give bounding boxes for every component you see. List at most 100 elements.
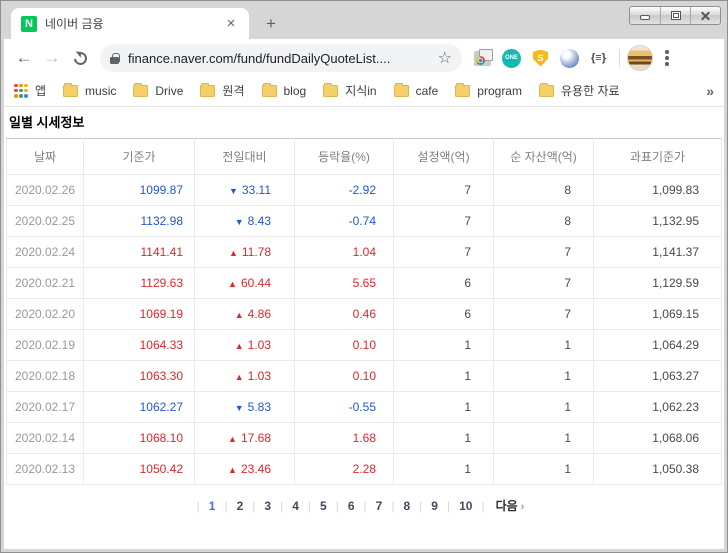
- bookmark-star-icon[interactable]: ☆: [438, 48, 452, 68]
- bookmark-label: blog: [284, 84, 307, 98]
- bookmark-folder[interactable]: program: [455, 84, 522, 98]
- close-button[interactable]: [690, 7, 720, 24]
- shield-icon: S: [533, 50, 548, 67]
- bookmark-folder[interactable]: Drive: [133, 84, 183, 98]
- forward-button[interactable]: →: [39, 45, 65, 71]
- cell-date: 2020.02.18: [7, 361, 84, 392]
- minimize-button[interactable]: [630, 7, 660, 24]
- tab-close-icon[interactable]: ×: [223, 16, 239, 31]
- cell-base-price: 1129.63: [84, 268, 195, 299]
- cell-date: 2020.02.26: [7, 175, 84, 206]
- cell-amount: 1: [394, 454, 494, 485]
- minimize-icon: [640, 15, 650, 20]
- pagination-divider: |: [481, 499, 484, 513]
- page-link-7[interactable]: 7: [376, 499, 383, 513]
- reload-icon: [71, 49, 89, 67]
- cell-change: ▲17.68: [195, 423, 295, 454]
- page-link-1[interactable]: 1: [209, 499, 216, 513]
- pagination-divider: |: [280, 499, 283, 513]
- column-header: 설정액(억): [394, 139, 494, 175]
- cell-net-asset: 8: [494, 175, 594, 206]
- browser-toolbar: ← → finance.naver.com/fund/fundDailyQuot…: [4, 39, 724, 77]
- maximize-button[interactable]: [660, 7, 690, 24]
- bookmark-folder[interactable]: cafe: [394, 84, 439, 98]
- browser-window: N 네이버 금융 × + ← → finance.naver.com/fund/…: [0, 0, 728, 553]
- page-link-6[interactable]: 6: [348, 499, 355, 513]
- pagination-divider: |: [224, 499, 227, 513]
- up-arrow-icon: ▲: [228, 279, 237, 289]
- browser-menu-icon[interactable]: [657, 45, 677, 71]
- cell-tax-base-price: 1,069.15: [594, 299, 722, 330]
- cell-amount: 7: [394, 237, 494, 268]
- apps-grid-icon: [14, 84, 28, 98]
- bookmark-label: program: [477, 84, 522, 98]
- tab-strip: N 네이버 금융 × +: [4, 4, 724, 39]
- address-bar[interactable]: finance.naver.com/fund/fundDailyQuoteLis…: [100, 44, 462, 72]
- folder-icon: [455, 85, 470, 97]
- app-window-icon: [474, 51, 491, 66]
- cell-amount: 1: [394, 361, 494, 392]
- page-link-9[interactable]: 9: [431, 499, 438, 513]
- page-link-8[interactable]: 8: [403, 499, 410, 513]
- braces-icon: {≡}: [591, 52, 606, 64]
- table-header-row: 날짜기준가전일대비등락율(%)설정액(억)순 자산액(억)과표기준가: [7, 139, 722, 175]
- cell-amount: 1: [394, 330, 494, 361]
- page-link-4[interactable]: 4: [292, 499, 299, 513]
- page-link-10[interactable]: 10: [459, 499, 472, 513]
- daily-quote-table: 날짜기준가전일대비등락율(%)설정액(억)순 자산액(억)과표기준가 2020.…: [6, 138, 722, 485]
- naver-favicon-icon: N: [21, 16, 37, 32]
- cell-date: 2020.02.24: [7, 237, 84, 268]
- cell-net-asset: 8: [494, 206, 594, 237]
- folder-icon: [539, 85, 554, 97]
- cell-amount: 6: [394, 268, 494, 299]
- reload-button[interactable]: [67, 45, 93, 71]
- cell-change: ▲60.44: [195, 268, 295, 299]
- apps-shortcut[interactable]: 앱: [14, 82, 46, 99]
- table-row: 2020.02.201069.19▲4.860.46671,069.15: [7, 299, 722, 330]
- cell-net-asset: 7: [494, 268, 594, 299]
- page-link-2[interactable]: 2: [237, 499, 244, 513]
- back-button[interactable]: ←: [11, 45, 37, 71]
- bookmarks-overflow-icon[interactable]: »: [706, 83, 714, 99]
- profile-avatar[interactable]: [627, 45, 653, 71]
- cell-date: 2020.02.19: [7, 330, 84, 361]
- cell-amount: 7: [394, 175, 494, 206]
- bookmark-folder[interactable]: music: [63, 84, 116, 98]
- up-arrow-icon: ▲: [235, 310, 244, 320]
- bookmark-list: music Drive 원격 blog 지식in cafe program 유용한 자료: [63, 82, 619, 99]
- cell-base-price: 1068.10: [84, 423, 195, 454]
- extension-shield-icon[interactable]: S: [527, 44, 554, 72]
- extension-one-icon[interactable]: ONE: [498, 44, 525, 72]
- column-header: 날짜: [7, 139, 84, 175]
- new-tab-button[interactable]: +: [259, 14, 283, 34]
- window-controls: [629, 6, 721, 25]
- cell-net-asset: 1: [494, 330, 594, 361]
- down-arrow-icon: ▼: [235, 217, 244, 227]
- up-arrow-icon: ▲: [228, 465, 237, 475]
- pagination-divider: |: [197, 499, 200, 513]
- bookmark-folder[interactable]: blog: [262, 84, 307, 98]
- cell-date: 2020.02.25: [7, 206, 84, 237]
- cell-tax-base-price: 1,129.59: [594, 268, 722, 299]
- down-arrow-icon: ▼: [229, 186, 238, 196]
- bookmark-folder[interactable]: 유용한 자료: [539, 82, 620, 99]
- column-header: 등락율(%): [295, 139, 394, 175]
- bookmark-folder[interactable]: 원격: [200, 82, 244, 99]
- page-link-3[interactable]: 3: [264, 499, 271, 513]
- bookmark-folder[interactable]: 지식in: [323, 82, 376, 99]
- extension-shortcut-icon[interactable]: [469, 44, 496, 72]
- bookmark-label: 유용한 자료: [561, 82, 620, 99]
- cell-rate: 5.65: [295, 268, 394, 299]
- extension-braces-icon[interactable]: {≡}: [585, 44, 612, 72]
- cell-date: 2020.02.21: [7, 268, 84, 299]
- browser-tab[interactable]: N 네이버 금융 ×: [11, 8, 249, 39]
- cell-net-asset: 7: [494, 237, 594, 268]
- pagination-divider: |: [391, 499, 394, 513]
- pagination-divider: |: [364, 499, 367, 513]
- extension-swirl-icon[interactable]: [556, 44, 583, 72]
- page-link-5[interactable]: 5: [320, 499, 327, 513]
- cell-net-asset: 1: [494, 423, 594, 454]
- next-page-link[interactable]: 다음›: [496, 499, 525, 513]
- cell-rate: -0.74: [295, 206, 394, 237]
- cell-tax-base-price: 1,068.06: [594, 423, 722, 454]
